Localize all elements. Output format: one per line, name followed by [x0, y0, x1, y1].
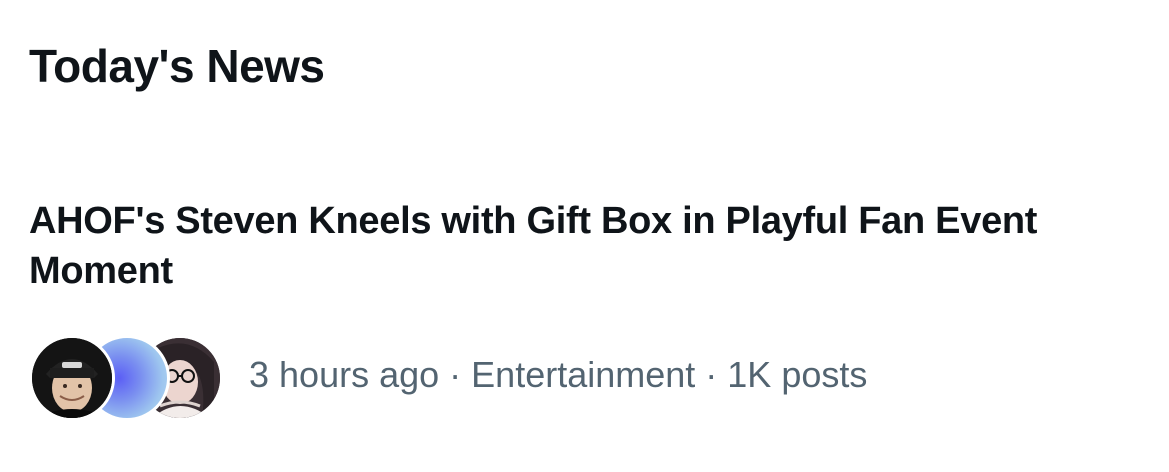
news-time: 3 hours ago — [249, 354, 440, 395]
meta-separator: · — [695, 354, 728, 395]
meta-separator: · — [439, 354, 472, 395]
news-headline[interactable]: AHOF's Steven Kneels with Gift Box in Pl… — [29, 196, 1109, 296]
section-title: Today's News — [29, 40, 325, 92]
news-category: Entertainment — [471, 354, 696, 395]
avatar-group — [29, 330, 223, 421]
news-meta-row: 3 hours ago · Entertainment · 1K posts — [29, 330, 867, 421]
news-meta-text: 3 hours ago · Entertainment · 1K posts — [249, 353, 867, 397]
news-item[interactable]: AHOF's Steven Kneels with Gift Box in Pl… — [29, 196, 1139, 421]
avatar-photo-person-cap — [29, 335, 115, 421]
news-post-count: 1K posts — [727, 354, 868, 395]
